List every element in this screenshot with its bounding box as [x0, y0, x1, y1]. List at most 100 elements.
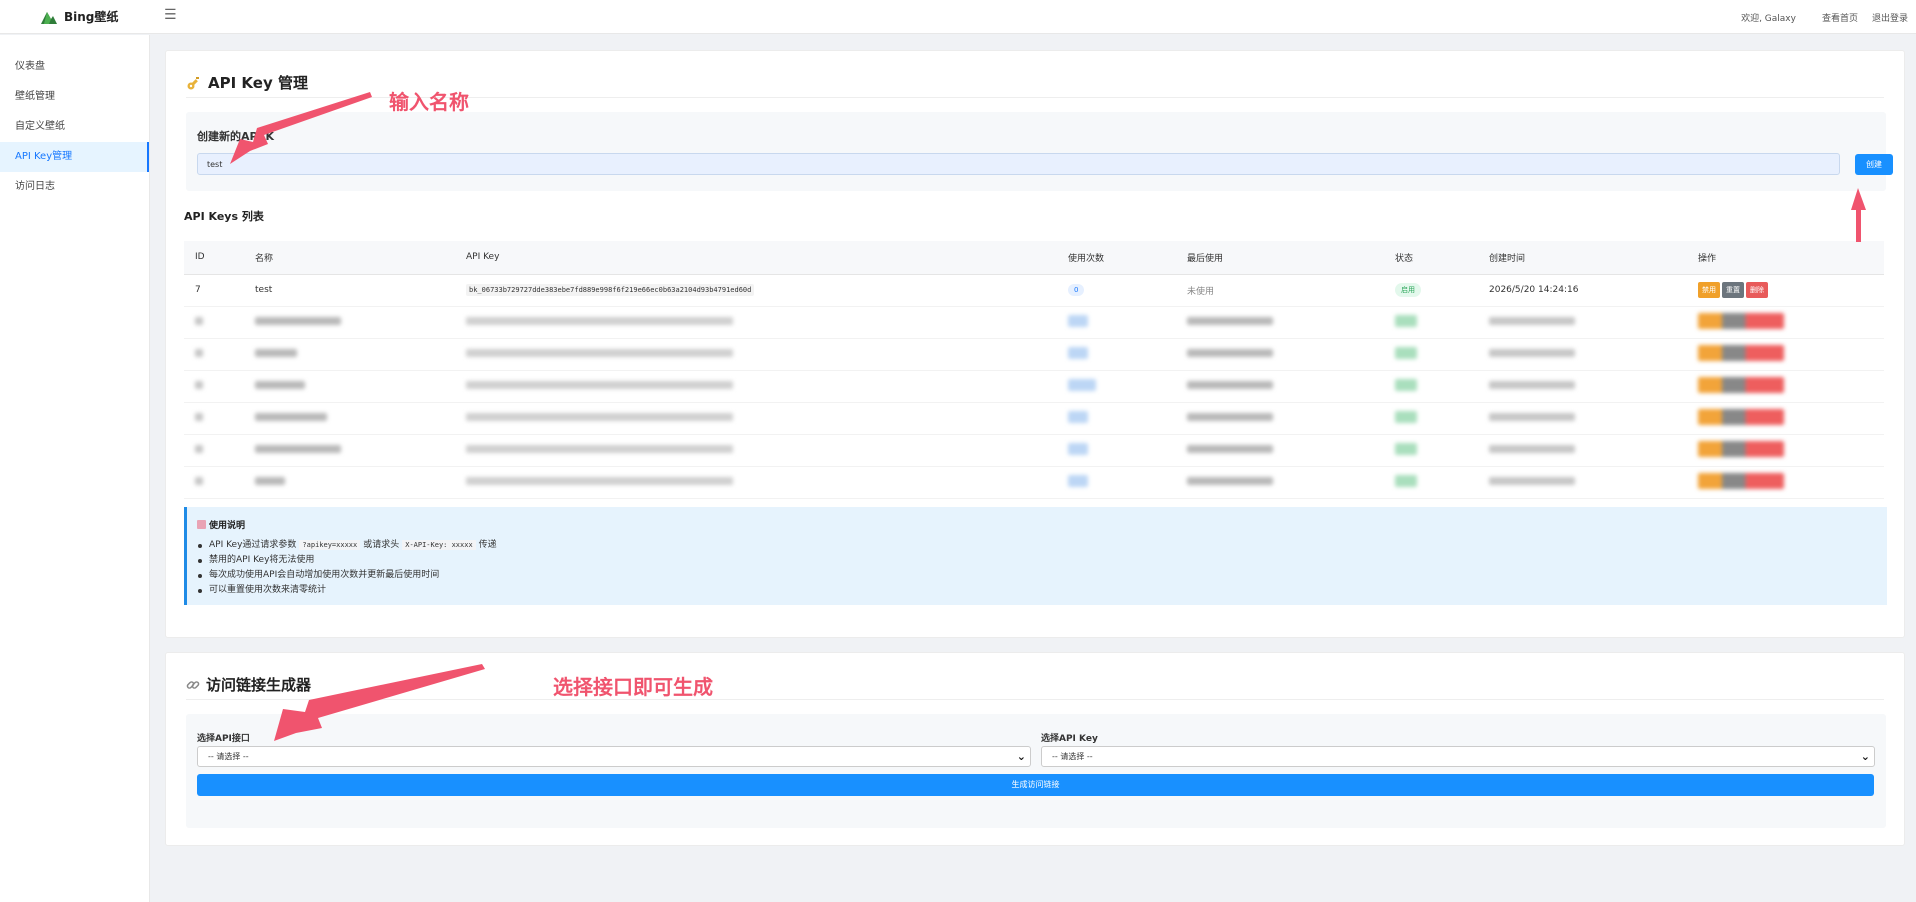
redacted-cell	[466, 444, 733, 453]
redacted-cell	[1489, 348, 1575, 357]
chevron-down-icon: ⌄	[1016, 750, 1026, 763]
redacted-cell	[195, 316, 203, 325]
redacted-cell	[1395, 346, 1417, 359]
redacted-cell	[1698, 408, 1784, 425]
list-item: 禁用的API Key将无法使用	[197, 553, 497, 568]
redacted-cell	[1068, 410, 1088, 423]
redacted-cell	[255, 316, 341, 325]
redacted-cell	[466, 412, 733, 421]
row-id: 7	[184, 274, 244, 307]
redacted-cell	[1187, 444, 1273, 453]
header-code: X-API-Key: xxxxx	[402, 540, 476, 550]
usage-count-badge: 0	[1068, 284, 1085, 296]
sidebar-item-dashboard[interactable]: 仪表盘	[0, 52, 149, 82]
redacted-cell	[1187, 348, 1273, 357]
list-item: 每次成功使用API会自动增加使用次数并更新最后使用时间	[197, 568, 497, 583]
api-key-card-title: API Key 管理	[186, 72, 308, 93]
delete-button[interactable]: 删除	[1746, 282, 1768, 298]
table-row-redacted	[184, 466, 1884, 499]
redacted-cell	[1395, 442, 1417, 455]
generate-link-button[interactable]: 生成访问链接	[197, 774, 1874, 796]
reset-button[interactable]: 重置	[1722, 282, 1744, 298]
redacted-cell	[255, 412, 327, 421]
col-api-key: API Key	[455, 241, 1057, 275]
app-logo[interactable]: Bing壁纸	[40, 8, 118, 25]
link-icon	[186, 680, 200, 689]
create-key-label: 创建新的API K	[197, 130, 275, 143]
notice-text: API Key通过请求参数	[209, 540, 297, 550]
link-generator-title-text: 访问链接生成器	[206, 676, 312, 694]
app-name: Bing壁纸	[64, 10, 119, 24]
redacted-cell	[1395, 378, 1417, 391]
create-button[interactable]: 创建	[1855, 154, 1893, 175]
redacted-cell	[1395, 314, 1417, 327]
sidebar-item-api-keys[interactable]: API Key管理	[0, 142, 149, 172]
col-usage-count: 使用次数	[1057, 241, 1176, 275]
redacted-cell	[1698, 312, 1784, 329]
redacted-cell	[1068, 378, 1096, 391]
chevron-down-icon: ⌄	[1860, 750, 1870, 763]
welcome-text: 欢迎, Galaxy	[1741, 14, 1796, 24]
sidebar-item-wallpapers[interactable]: 壁纸管理	[0, 82, 149, 112]
redacted-cell	[195, 348, 203, 357]
api-select-label: 选择API接口	[197, 734, 250, 744]
annotation-input-name: 输入名称	[389, 90, 469, 114]
redacted-cell	[195, 412, 203, 421]
annotation-select-api: 选择接口即可生成	[553, 675, 713, 699]
api-key-card: API Key 管理 创建新的API K 创建 API Keys 列表 ID 名…	[165, 50, 1905, 638]
divider	[186, 699, 1884, 700]
row-created: 2026/5/20 14:24:16	[1478, 274, 1687, 307]
hamburger-icon[interactable]: ☰	[164, 7, 177, 23]
redacted-cell	[255, 348, 297, 357]
notice-text: 或请求头	[363, 540, 400, 550]
redacted-cell	[1395, 410, 1417, 423]
key-icon	[187, 76, 199, 89]
redacted-cell	[1698, 472, 1784, 489]
table-row-redacted	[184, 370, 1884, 403]
notice-title: 使用说明	[197, 518, 245, 531]
row-last-used: 未使用	[1176, 274, 1384, 307]
col-status: 状态	[1384, 241, 1478, 275]
table-row-redacted	[184, 306, 1884, 339]
redacted-cell	[255, 476, 285, 485]
redacted-cell	[1068, 442, 1088, 455]
disable-button[interactable]: 禁用	[1698, 282, 1720, 298]
redacted-cell	[195, 380, 203, 389]
list-item: API Key通过请求参数 ?apikey=xxxxx 或请求头 X-API-Key:…	[197, 538, 497, 553]
table-header-row: ID 名称 API Key 使用次数 最后使用 状态 创建时间 操作	[184, 241, 1884, 275]
param-code: ?apikey=xxxxx	[299, 540, 361, 550]
redacted-cell	[1068, 346, 1088, 359]
keys-list-title: API Keys 列表	[184, 210, 264, 223]
notice-title-text: 使用说明	[209, 521, 246, 531]
redacted-cell	[1489, 412, 1575, 421]
redacted-cell	[1068, 474, 1088, 487]
logout-link[interactable]: 退出登录	[1872, 11, 1908, 24]
page-title: API Key 管理	[208, 74, 308, 92]
api-select[interactable]: -- 请选择 -- ⌄	[197, 746, 1031, 767]
table-row: 7 test bk_06733b729727dde383ebe7fd889e99…	[184, 274, 1884, 307]
logo-icon	[41, 11, 57, 24]
link-generator-card: 访问链接生成器 选择API接口 -- 请选择 -- ⌄ 选择API Key --…	[165, 652, 1905, 846]
redacted-cell	[1489, 476, 1575, 485]
redacted-cell	[1187, 476, 1273, 485]
col-name: 名称	[244, 241, 455, 275]
table-row-redacted	[184, 338, 1884, 371]
key-select[interactable]: -- 请选择 -- ⌄	[1041, 746, 1875, 767]
redacted-cell	[1698, 440, 1784, 457]
row-api-key[interactable]: bk_06733b729727dde383ebe7fd889e998f6f219…	[466, 284, 755, 296]
redacted-cell	[1395, 474, 1417, 487]
table-row-redacted	[184, 434, 1884, 467]
redacted-cell	[1187, 412, 1273, 421]
list-item: 可以重置使用次数来清零统计	[197, 583, 497, 598]
book-icon	[197, 520, 206, 529]
col-id: ID	[184, 241, 244, 275]
col-actions: 操作	[1687, 241, 1884, 275]
redacted-cell	[1698, 376, 1784, 393]
sidebar-item-access-logs[interactable]: 访问日志	[0, 172, 149, 202]
key-name-input[interactable]	[197, 153, 1840, 175]
row-name: test	[244, 274, 455, 307]
redacted-cell	[255, 380, 305, 389]
sidebar-item-custom-wallpaper[interactable]: 自定义壁纸	[0, 112, 149, 142]
view-home-link[interactable]: 查看首页	[1822, 11, 1858, 24]
key-select-value: -- 请选择 --	[1052, 752, 1093, 761]
